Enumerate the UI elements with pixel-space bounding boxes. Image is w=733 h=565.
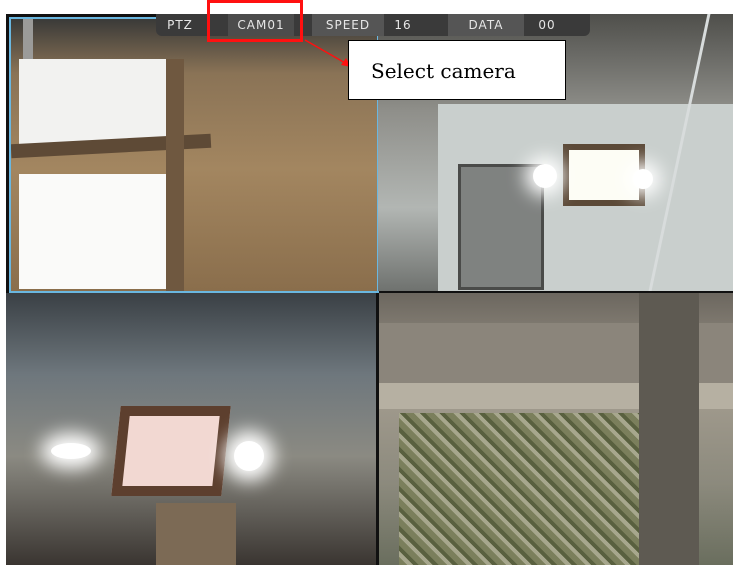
data-label: DATA bbox=[448, 14, 524, 36]
scene-view bbox=[399, 413, 639, 565]
scene-light bbox=[533, 164, 557, 188]
scene-window bbox=[19, 174, 169, 289]
camera-tile-4[interactable] bbox=[379, 293, 733, 565]
scene-frame bbox=[166, 59, 184, 291]
camera-highlight-box bbox=[207, 0, 303, 42]
scene-pole bbox=[23, 19, 33, 59]
camera-tile-3[interactable] bbox=[6, 293, 376, 565]
callout-select-camera: Select camera bbox=[348, 40, 566, 100]
data-value[interactable]: 00 bbox=[532, 14, 562, 36]
speed-label: SPEED bbox=[312, 14, 384, 36]
scene-door bbox=[458, 164, 544, 290]
scene-ceiling-lamp bbox=[111, 406, 231, 496]
scene-light bbox=[633, 169, 653, 189]
scene-light bbox=[51, 443, 91, 459]
scene-post bbox=[639, 293, 699, 565]
scene-light bbox=[234, 441, 264, 471]
speed-value[interactable]: 16 bbox=[388, 14, 418, 36]
scene-pillar bbox=[156, 503, 236, 565]
scene-window bbox=[19, 59, 169, 149]
ptz-label: PTZ bbox=[167, 18, 193, 32]
